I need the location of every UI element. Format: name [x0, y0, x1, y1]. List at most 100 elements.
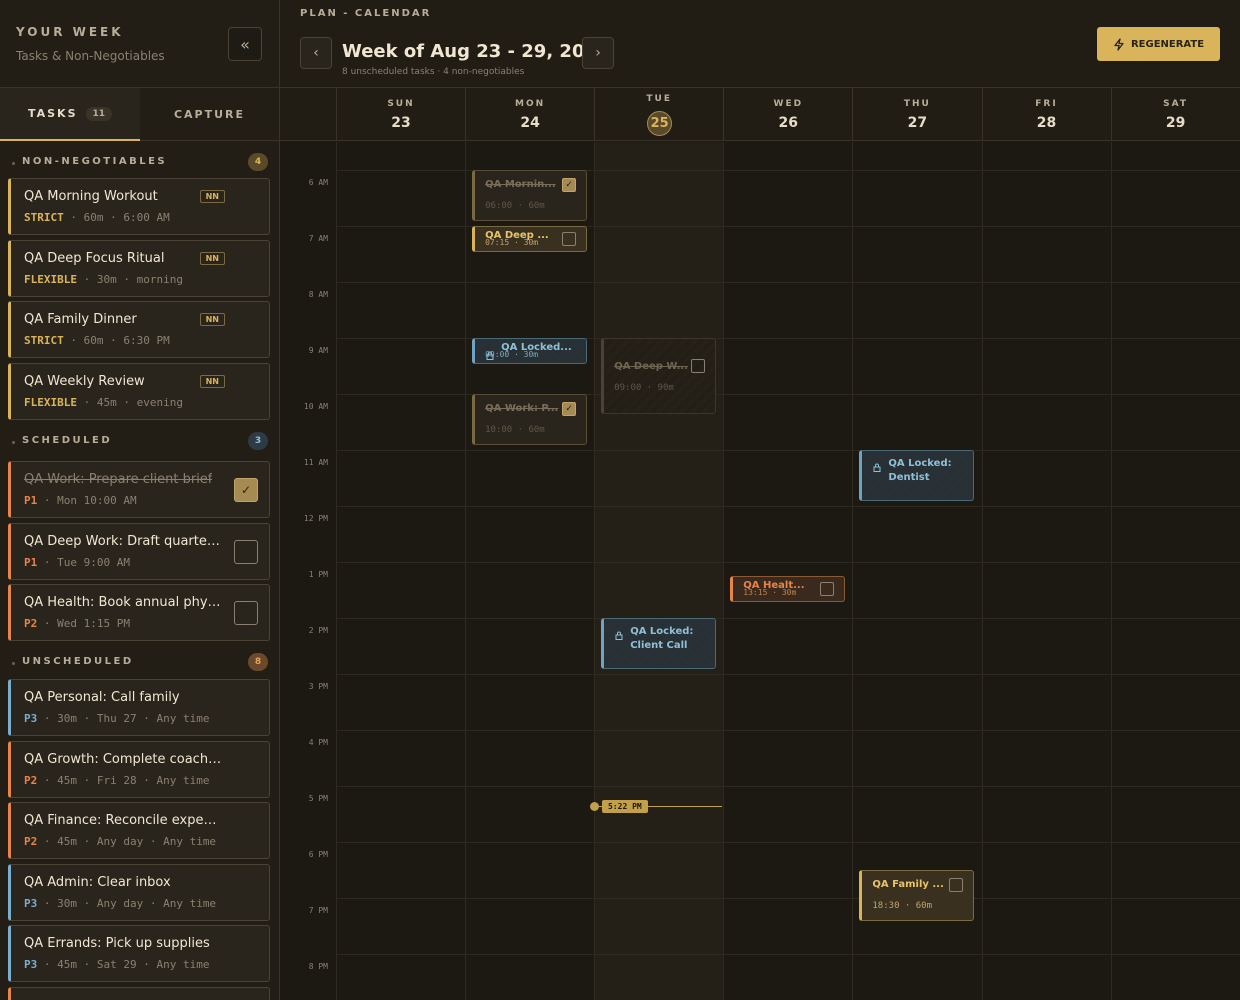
- nn-badge: NN: [199, 374, 225, 388]
- regenerate-label: REGENERATE: [1130, 38, 1205, 50]
- sidebar-tabs: TASKS 11 CAPTURE: [0, 88, 279, 141]
- nn-task-card[interactable]: QA Family Dinner NN STRICT · 60m · 6:30 PM: [8, 301, 270, 358]
- hour-label: 7 PM: [308, 906, 328, 915]
- hour-label: 3 PM: [308, 682, 328, 691]
- task-meta-details: · 45m · Sat 29 · Any time: [37, 958, 210, 971]
- double-chevron-left-icon: «: [240, 34, 250, 54]
- section-dot: [12, 162, 15, 165]
- calendar-event[interactable]: QA Family ... 18:30 · 60m: [859, 870, 975, 921]
- event-complete-checkbox[interactable]: [562, 232, 577, 246]
- task-meta: P2 · 45m · Fri 28 · Any time: [24, 774, 209, 787]
- task-title: QA Family Dinner: [24, 312, 137, 327]
- chevron-left-icon: ‹: [313, 45, 319, 61]
- nn-mode: STRICT: [24, 334, 64, 347]
- event-complete-checkbox[interactable]: [949, 878, 964, 892]
- unscheduled-task-card[interactable]: QA Admin: Clear inbox P3 · 30m · Any day …: [8, 863, 270, 921]
- day-header-thu[interactable]: THU 27: [852, 88, 981, 141]
- collapse-sidebar-button[interactable]: «: [228, 27, 262, 61]
- unscheduled-task-card[interactable]: QA Personal: Call family P3 · 30m · Thu 2…: [8, 679, 270, 736]
- event-complete-checkbox[interactable]: ✓: [562, 402, 577, 416]
- day-column-fri[interactable]: [981, 142, 1111, 1000]
- scheduled-task-card[interactable]: QA Deep Work: Draft quarterly... P1 · Tue…: [8, 522, 270, 580]
- calendar-event[interactable]: QA Deep W... 09:00 · 90m: [601, 338, 717, 414]
- nn-meta: · 60m · 6:00 AM: [63, 211, 170, 224]
- hour-gridline: [336, 506, 1240, 507]
- day-name: MON: [515, 99, 546, 109]
- hour-gridline: [336, 674, 1240, 675]
- nn-badge: NN: [199, 313, 225, 326]
- calendar-event[interactable]: QA Locked... 09:00 · 30m: [472, 338, 588, 364]
- section-count-badge: 4: [248, 153, 268, 171]
- day-date: 28: [1036, 115, 1057, 131]
- unscheduled-task-card[interactable]: QA Growth: Complete coachi... P2 · 45m · …: [8, 740, 270, 798]
- section-dot: [12, 441, 15, 444]
- day-column-sun[interactable]: [336, 142, 465, 1000]
- calendar-event[interactable]: QA Locked: Dentist: [859, 450, 975, 501]
- hour-label: 11 AM: [303, 458, 328, 467]
- nn-task-card[interactable]: QA Weekly Review NN FLEXIBLE · 45m · eveni…: [8, 362, 270, 420]
- prev-week-button[interactable]: ‹: [300, 37, 332, 69]
- day-column-tue[interactable]: [594, 142, 724, 1000]
- task-schedule: · Tue 9:00 AM: [37, 555, 130, 569]
- day-column-wed[interactable]: [723, 142, 852, 1000]
- day-column-sat[interactable]: [1110, 142, 1240, 1000]
- task-meta: P1 · Mon 10:00 AM: [24, 494, 137, 507]
- event-complete-checkbox[interactable]: [691, 359, 706, 373]
- day-header-sat[interactable]: SAT 29: [1110, 88, 1240, 141]
- event-complete-checkbox[interactable]: [820, 582, 835, 596]
- nn-meta: · 60m · 6:30 PM: [63, 334, 170, 347]
- task-complete-checkbox[interactable]: [234, 601, 258, 625]
- hour-label: 10 AM: [303, 402, 328, 411]
- nn-task-card[interactable]: QA Morning Workout NN STRICT · 60m · 6:00 …: [8, 178, 270, 235]
- task-meta: P2 · Wed 1:15 PM: [24, 617, 130, 630]
- nn-badge: NN: [199, 190, 225, 203]
- event-title: QA Locked: Client Call: [630, 626, 694, 651]
- section-count-badge: 3: [248, 432, 268, 450]
- chevron-right-icon: ›: [595, 45, 601, 61]
- day-header-fri[interactable]: FRI 28: [981, 88, 1111, 141]
- tab-capture[interactable]: CAPTURE: [140, 88, 279, 141]
- unscheduled-task-card[interactable]: [8, 987, 270, 1000]
- task-title: QA Personal: Call family: [24, 690, 180, 705]
- current-time-dot: [590, 802, 599, 811]
- task-title: QA Weekly Review: [24, 373, 145, 389]
- scheduled-task-card[interactable]: QA Health: Book annual physic... P2 · Wed…: [8, 584, 270, 641]
- calendar-event[interactable]: QA Locked: Client Call: [601, 618, 717, 669]
- unscheduled-task-card[interactable]: QA Errands: Pick up supplies P3 · 45m · S…: [8, 925, 270, 982]
- day-name: SAT: [1163, 99, 1189, 109]
- sidebar-title: YOUR WEEK: [16, 25, 124, 39]
- event-meta: 07:15 · 30m: [485, 238, 539, 247]
- hour-label: 1 PM: [308, 570, 328, 579]
- day-column-mon[interactable]: [465, 142, 594, 1000]
- hour-gridline: [336, 282, 1240, 283]
- calendar-event[interactable]: QA Deep ... 07:15 · 30m: [472, 226, 588, 252]
- tab-tasks[interactable]: TASKS 11: [0, 88, 140, 141]
- unscheduled-task-card[interactable]: QA Finance: Reconcile expen... P2 · 45m ·…: [8, 802, 270, 859]
- day-header-tue[interactable]: TUE 25: [594, 88, 723, 141]
- scheduled-task-card[interactable]: QA Work: Prepare client brief P1 · Mon 10…: [8, 461, 270, 518]
- task-schedule: · Wed 1:15 PM: [37, 617, 130, 630]
- calendar-event[interactable]: QA Work: P... 10:00 · 60m ✓: [472, 394, 588, 445]
- nn-meta: · 30m · morning: [76, 272, 183, 286]
- regenerate-button[interactable]: REGENERATE: [1097, 27, 1220, 61]
- day-header-mon[interactable]: MON 24: [465, 88, 594, 141]
- day-header-wed[interactable]: WED 26: [723, 88, 852, 141]
- task-meta-details: · 45m · Any day · Any time: [37, 835, 217, 848]
- event-complete-checkbox[interactable]: ✓: [562, 178, 577, 192]
- day-header-sun[interactable]: SUN 23: [336, 88, 465, 141]
- task-meta-details: · 45m · Fri 28 · Any time: [37, 773, 210, 787]
- task-complete-checkbox[interactable]: [234, 539, 258, 564]
- task-meta-details: · 30m · Any day · Any time: [37, 896, 217, 910]
- priority-label: P3: [24, 712, 38, 725]
- task-title: QA Health: Book annual physic...: [24, 595, 224, 610]
- calendar-event[interactable]: QA Healt... 13:15 · 30m: [730, 576, 846, 602]
- task-meta: P2 · 45m · Any day · Any time: [24, 835, 216, 848]
- nn-task-card[interactable]: QA Deep Focus Ritual NN FLEXIBLE · 30m · m…: [8, 239, 270, 297]
- event-title: QA Family ...: [872, 879, 944, 890]
- next-week-button[interactable]: ›: [582, 37, 614, 69]
- day-date: 24: [520, 115, 540, 131]
- hour-label: 8 PM: [308, 962, 328, 971]
- task-complete-checkbox[interactable]: ✓: [234, 478, 258, 502]
- calendar-event[interactable]: QA Mornin... 06:00 · 60m ✓: [472, 170, 588, 221]
- lightning-icon: [1114, 37, 1124, 51]
